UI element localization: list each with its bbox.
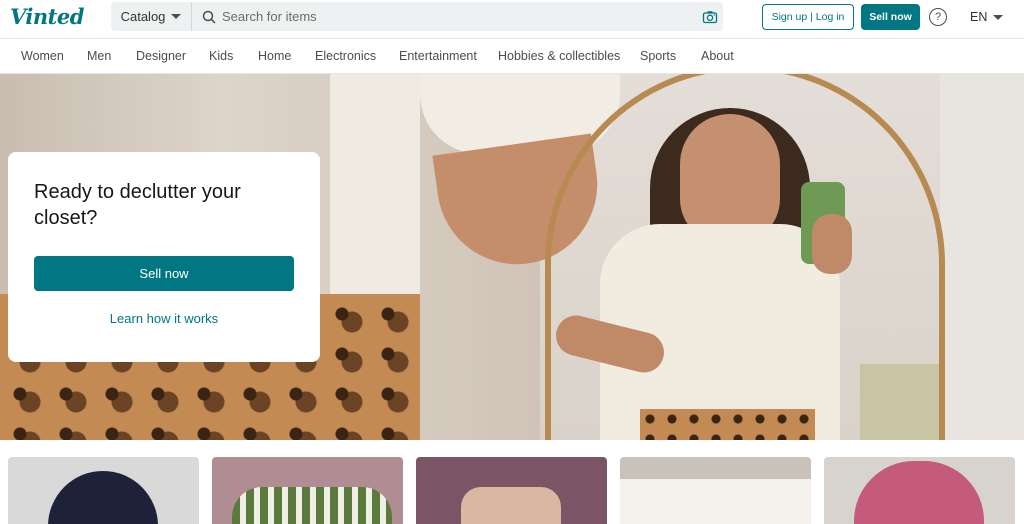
hero-hand bbox=[812, 214, 852, 274]
item-product-image bbox=[48, 471, 158, 524]
item-product-image bbox=[461, 487, 561, 524]
camera-icon[interactable] bbox=[702, 9, 718, 25]
help-icon[interactable]: ? bbox=[929, 8, 947, 26]
item-thumbnail-3[interactable] bbox=[416, 457, 607, 524]
language-selector[interactable]: EN bbox=[970, 10, 1004, 24]
vinted-logo[interactable]: Vinted bbox=[10, 4, 84, 29]
sell-now-button[interactable]: Sell now bbox=[861, 4, 920, 30]
search-bar: Catalog bbox=[111, 2, 723, 31]
nav-item-sports[interactable]: Sports bbox=[640, 49, 676, 63]
nav-item-women[interactable]: Women bbox=[21, 49, 64, 63]
catalog-label: Catalog bbox=[120, 9, 166, 24]
item-thumbnail-4[interactable] bbox=[620, 457, 811, 524]
item-thumbnail-2[interactable] bbox=[212, 457, 403, 524]
item-feed bbox=[0, 440, 1024, 524]
nav-item-electronics[interactable]: Electronics bbox=[315, 49, 376, 63]
item-thumbnail-1[interactable] bbox=[8, 457, 199, 524]
nav-item-about[interactable]: About bbox=[701, 49, 734, 63]
top-header: Vinted Catalog Sign up | Log in Sell now… bbox=[0, 0, 1024, 38]
chevron-down-icon bbox=[993, 14, 1004, 20]
chevron-down-icon bbox=[171, 14, 182, 19]
hero-figure-body bbox=[330, 74, 420, 304]
hero-woman-skirt bbox=[640, 409, 815, 440]
nav-item-designer[interactable]: Designer bbox=[136, 49, 186, 63]
nav-item-home[interactable]: Home bbox=[258, 49, 291, 63]
learn-how-it-works-link[interactable]: Learn how it works bbox=[34, 311, 294, 326]
hero-title: Ready to declutter your closet? bbox=[34, 181, 241, 229]
nav-item-entertainment[interactable]: Entertainment bbox=[399, 49, 477, 63]
hero-wall bbox=[940, 74, 1024, 440]
nav-item-men[interactable]: Men bbox=[87, 49, 111, 63]
catalog-dropdown[interactable]: Catalog bbox=[111, 2, 192, 31]
signup-login-button[interactable]: Sign up | Log in bbox=[762, 4, 854, 30]
item-thumbnail-5[interactable] bbox=[824, 457, 1015, 524]
nav-item-kids[interactable]: Kids bbox=[209, 49, 233, 63]
hero-card: Ready to declutter your closet? Sell now… bbox=[8, 152, 320, 362]
search-icon bbox=[202, 10, 216, 24]
search-input[interactable] bbox=[222, 9, 692, 24]
nav-item-hobbies[interactable]: Hobbies & collectibles bbox=[498, 49, 620, 63]
language-label: EN bbox=[970, 10, 988, 24]
item-product-image bbox=[232, 487, 392, 524]
hero-sell-now-button[interactable]: Sell now bbox=[34, 256, 294, 291]
item-product-image bbox=[854, 461, 984, 524]
item-product-image bbox=[620, 479, 811, 524]
category-nav: Women Men Designer Kids Home Electronics… bbox=[0, 38, 1024, 74]
